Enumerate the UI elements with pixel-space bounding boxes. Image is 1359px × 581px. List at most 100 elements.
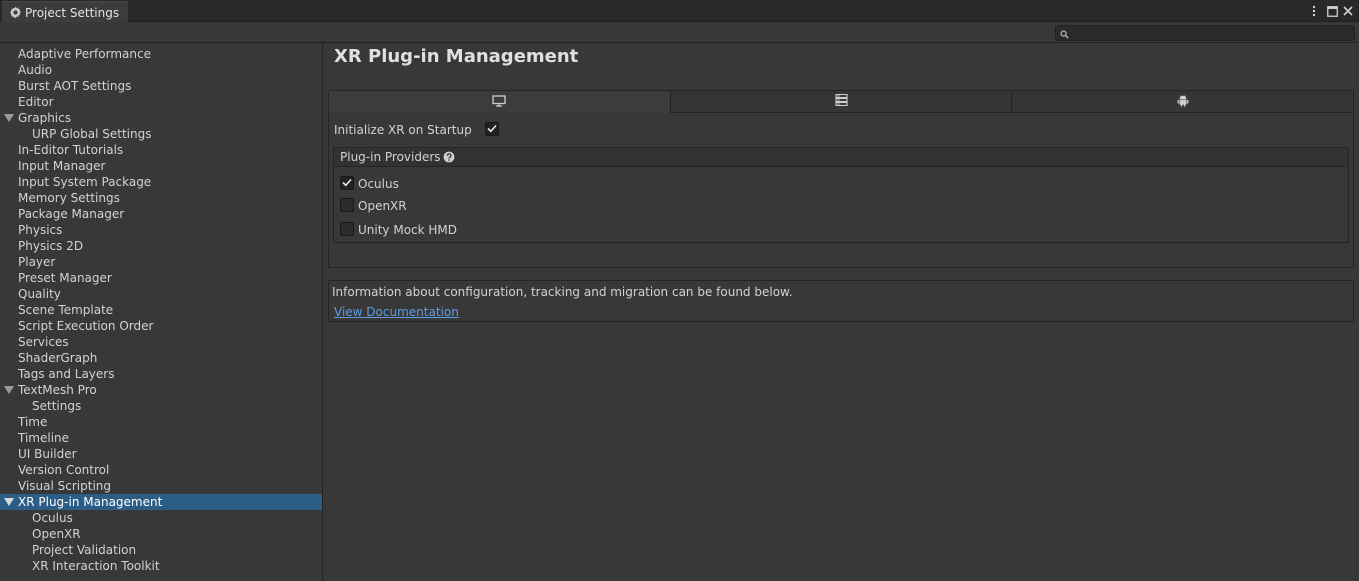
checkmark-icon (342, 176, 352, 190)
sidebar-item-version-control[interactable]: Version Control (0, 462, 322, 478)
sidebar-item-settings[interactable]: Settings (0, 398, 322, 414)
sidebar-item-label: Graphics (18, 111, 71, 125)
sidebar-item-package-manager[interactable]: Package Manager (0, 206, 322, 222)
sidebar-item-textmesh-pro[interactable]: TextMesh Pro (0, 382, 322, 398)
sidebar-item-label: XR Plug-in Management (18, 495, 163, 509)
sidebar-item-in-editor-tutorials[interactable]: In-Editor Tutorials (0, 142, 322, 158)
sidebar-item-input-manager[interactable]: Input Manager (0, 158, 322, 174)
expand-arrow-icon[interactable] (4, 386, 14, 394)
tab-desktop[interactable] (329, 91, 671, 113)
kebab-menu-icon[interactable] (1307, 4, 1321, 18)
provider-label: OpenXR (358, 199, 407, 213)
sidebar-item-adaptive-performance[interactable]: Adaptive Performance (0, 46, 322, 62)
gear-icon (8, 6, 22, 20)
sidebar-item-services[interactable]: Services (0, 334, 322, 350)
info-box: Information about configuration, trackin… (328, 280, 1354, 322)
search-icon (1060, 28, 1070, 39)
sidebar-item-label: Script Execution Order (18, 319, 154, 333)
expand-arrow-icon[interactable] (4, 114, 14, 122)
sidebar-item-shadergraph[interactable]: ShaderGraph (0, 350, 322, 366)
close-icon[interactable] (1341, 4, 1355, 18)
page-title: XR Plug-in Management (334, 46, 579, 67)
android-icon (1177, 94, 1189, 110)
settings-toolbar (0, 22, 1359, 43)
sidebar-item-label: XR Interaction Toolkit (32, 559, 160, 573)
provider-mock-hmd-checkbox[interactable] (340, 222, 354, 236)
sidebar-item-preset-manager[interactable]: Preset Manager (0, 270, 322, 286)
sidebar-item-label: Memory Settings (18, 191, 120, 205)
checkmark-icon (487, 122, 497, 136)
sidebar-item-label: Editor (18, 95, 54, 109)
sidebar-item-urp-global-settings[interactable]: URP Global Settings (0, 126, 322, 142)
sidebar-item-editor[interactable]: Editor (0, 94, 322, 110)
help-icon[interactable] (443, 151, 455, 163)
sidebar-item-graphics[interactable]: Graphics (0, 110, 322, 126)
sidebar-item-physics[interactable]: Physics (0, 222, 322, 238)
provider-openxr-row: OpenXR (340, 197, 640, 215)
sidebar-item-burst-aot-settings[interactable]: Burst AOT Settings (0, 78, 322, 94)
plugin-providers-box: Plug-in Providers Oculus OpenXR Unity Mo… (333, 147, 1349, 243)
desktop-monitor-icon (492, 94, 506, 110)
sidebar-item-physics-2d[interactable]: Physics 2D (0, 238, 322, 254)
sidebar-item-visual-scripting[interactable]: Visual Scripting (0, 478, 322, 494)
tab-dedicated-server[interactable] (670, 91, 1013, 113)
sidebar-item-label: Oculus (32, 511, 73, 525)
sidebar-item-label: Tags and Layers (18, 367, 115, 381)
sidebar-item-script-execution-order[interactable]: Script Execution Order (0, 318, 322, 334)
provider-openxr-checkbox[interactable] (340, 198, 354, 212)
sidebar-item-label: Input System Package (18, 175, 152, 189)
provider-label: Unity Mock HMD (358, 223, 458, 237)
providers-header: Plug-in Providers (334, 148, 1348, 167)
sidebar-item-label: Timeline (18, 431, 70, 445)
sidebar-item-label: Visual Scripting (18, 479, 111, 493)
sidebar-item-quality[interactable]: Quality (0, 286, 322, 302)
sidebar-item-label: Services (18, 335, 69, 349)
sidebar-item-project-validation[interactable]: Project Validation (0, 542, 322, 558)
sidebar-item-label: URP Global Settings (32, 127, 152, 141)
tab-android[interactable] (1012, 91, 1354, 113)
expand-arrow-icon[interactable] (4, 498, 14, 506)
provider-mock-hmd-row: Unity Mock HMD (340, 221, 640, 239)
sidebar-item-openxr[interactable]: OpenXR (0, 526, 322, 542)
sidebar-item-label: Input Manager (18, 159, 106, 173)
sidebar-item-label: OpenXR (32, 527, 81, 541)
sidebar-item-label: Player (18, 255, 56, 269)
info-text: Information about configuration, trackin… (332, 285, 793, 299)
tab-title: Project Settings (25, 5, 120, 20)
provider-oculus-row: Oculus (340, 175, 640, 193)
sidebar-item-memory-settings[interactable]: Memory Settings (0, 190, 322, 206)
sidebar-item-oculus[interactable]: Oculus (0, 510, 322, 526)
sidebar-item-label: Time (18, 415, 48, 429)
sidebar-item-label: Physics 2D (18, 239, 84, 253)
sidebar-item-label: Scene Template (18, 303, 114, 317)
view-documentation-link[interactable]: View Documentation (334, 305, 459, 319)
sidebar-item-time[interactable]: Time (0, 414, 322, 430)
search-input[interactable] (1072, 26, 1352, 40)
sidebar-item-timeline[interactable]: Timeline (0, 430, 322, 446)
sidebar-item-audio[interactable]: Audio (0, 62, 322, 78)
sidebar-item-scene-template[interactable]: Scene Template (0, 302, 322, 318)
provider-oculus-checkbox[interactable] (340, 176, 354, 190)
sidebar-item-xr-interaction-toolkit[interactable]: XR Interaction Toolkit (0, 558, 322, 574)
sidebar-item-label: TextMesh Pro (18, 383, 97, 397)
sidebar-item-label: Adaptive Performance (18, 47, 151, 61)
sidebar-item-xr-plug-in-management[interactable]: XR Plug-in Management (0, 494, 322, 510)
sidebar-item-tags-and-layers[interactable]: Tags and Layers (0, 366, 322, 382)
window-titlebar: Project Settings (0, 0, 1359, 23)
init-xr-checkbox[interactable] (485, 122, 499, 136)
providers-title: Plug-in Providers (340, 150, 441, 164)
project-settings-tab[interactable]: Project Settings (2, 1, 128, 23)
xr-settings-box: Initialize XR on Startup Plug-in Provide… (328, 90, 1354, 268)
sidebar-item-input-system-package[interactable]: Input System Package (0, 174, 322, 190)
settings-main-panel: XR Plug-in Management Initialize XR on S… (324, 43, 1359, 581)
server-icon (834, 93, 848, 109)
sidebar-item-label: UI Builder (18, 447, 77, 461)
maximize-icon[interactable] (1325, 4, 1339, 18)
sidebar-item-player[interactable]: Player (0, 254, 322, 270)
sidebar-item-label: Version Control (18, 463, 110, 477)
search-field[interactable] (1055, 25, 1355, 41)
settings-sidebar: Adaptive Performance Audio Burst AOT Setti… (0, 43, 323, 581)
sidebar-item-label: Project Validation (32, 543, 137, 557)
sidebar-item-ui-builder[interactable]: UI Builder (0, 446, 322, 462)
platform-tabs (329, 91, 1354, 113)
